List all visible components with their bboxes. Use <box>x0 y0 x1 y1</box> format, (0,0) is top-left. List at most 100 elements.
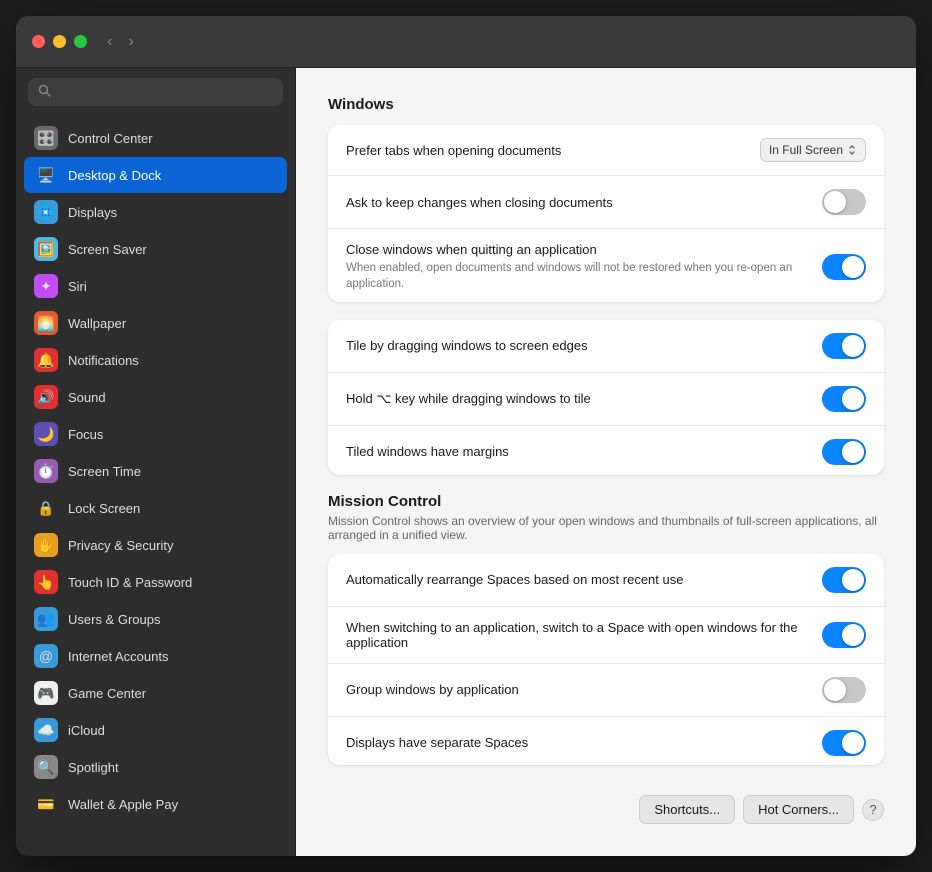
sidebar-item-label: Users & Groups <box>68 612 160 627</box>
traffic-lights <box>32 35 87 48</box>
sidebar-item-control-center[interactable]: 🎛️Control Center <box>24 120 287 156</box>
setting-content-displays-separate-spaces: Displays have separate Spaces <box>346 735 810 750</box>
setting-label-displays-separate-spaces: Displays have separate Spaces <box>346 735 810 750</box>
setting-row-switch-space: When switching to an application, switch… <box>328 607 884 664</box>
shortcuts-button[interactable]: Shortcuts... <box>639 795 735 824</box>
sidebar-icon-touch-id-password: 👆 <box>34 570 58 594</box>
setting-control-switch-space[interactable] <box>822 622 866 648</box>
sidebar-item-desktop-dock[interactable]: 🖥️ Desktop & Dock <box>24 157 287 193</box>
sidebar-icon-displays: 💠 <box>34 200 58 224</box>
sidebar-item-lock-screen[interactable]: 🔒Lock Screen <box>24 490 287 526</box>
setting-control-prefer-tabs[interactable]: In Full Screen <box>760 138 866 162</box>
sidebar-item-label: Spotlight <box>68 760 119 775</box>
sidebar-item-game-center[interactable]: 🎮Game Center <box>24 675 287 711</box>
sidebar-item-label: Screen Saver <box>68 242 147 257</box>
sidebar-item-wallpaper[interactable]: 🌅Wallpaper <box>24 305 287 341</box>
setting-row-tile-dragging: Tile by dragging windows to screen edges <box>328 320 884 373</box>
setting-content-hold-option-key: Hold ⌥ key while dragging windows to til… <box>346 391 810 407</box>
sidebar-icon-spotlight: 🔍 <box>34 755 58 779</box>
sidebar-icon-notifications: 🔔 <box>34 348 58 372</box>
sidebar-item-focus[interactable]: 🌙Focus <box>24 416 287 452</box>
setting-control-auto-rearrange-spaces[interactable] <box>822 567 866 593</box>
setting-label-hold-option-key: Hold ⌥ key while dragging windows to til… <box>346 391 810 407</box>
toggle-ask-keep-changes[interactable] <box>822 189 866 215</box>
select-prefer-tabs[interactable]: In Full Screen <box>760 138 866 162</box>
sidebar-item-label: Desktop & Dock <box>68 168 161 183</box>
forward-button[interactable]: › <box>124 31 137 53</box>
setting-label-close-windows-quitting: Close windows when quitting an applicati… <box>346 242 810 257</box>
sidebar-item-privacy-security[interactable]: ✋Privacy & Security <box>24 527 287 563</box>
sidebar-item-sound[interactable]: 🔊Sound <box>24 379 287 415</box>
setting-row-ask-keep-changes: Ask to keep changes when closing documen… <box>328 176 884 229</box>
settings-card-windows: Prefer tabs when opening documents In Ful… <box>328 125 884 302</box>
toggle-displays-separate-spaces[interactable] <box>822 730 866 756</box>
toggle-knob-displays-separate-spaces <box>842 732 864 754</box>
setting-content-close-windows-quitting: Close windows when quitting an applicati… <box>346 242 810 292</box>
sidebar-item-internet-accounts[interactable]: @Internet Accounts <box>24 638 287 674</box>
section-subtitle-mission-control: Mission Control shows an overview of you… <box>328 514 884 542</box>
sidebar-item-label: Siri <box>68 279 87 294</box>
sidebar-item-wallet-applepay[interactable]: 💳Wallet & Apple Pay <box>24 786 287 822</box>
minimize-button[interactable] <box>53 35 66 48</box>
nav-arrows: ‹ › <box>103 31 138 53</box>
sidebar-item-touch-id-password[interactable]: 👆 Touch ID & Password <box>24 564 287 600</box>
toggle-switch-space[interactable] <box>822 622 866 648</box>
sidebar-icon-desktop-dock: 🖥️ <box>34 163 58 187</box>
toggle-knob-auto-rearrange-spaces <box>842 569 864 591</box>
sidebar-item-screen-time[interactable]: ⏱️Screen Time <box>24 453 287 489</box>
back-button[interactable]: ‹ <box>103 31 116 53</box>
titlebar: ‹ › <box>16 16 916 68</box>
toggle-knob-tile-dragging <box>842 335 864 357</box>
setting-control-group-windows[interactable] <box>822 677 866 703</box>
sidebar-icon-privacy-security: ✋ <box>34 533 58 557</box>
sidebar-item-screen-saver[interactable]: 🖼️Screen Saver <box>24 231 287 267</box>
sidebar-item-label: Wallet & Apple Pay <box>68 797 178 812</box>
search-input-wrap[interactable] <box>28 78 283 106</box>
hot-corners-button[interactable]: Hot Corners... <box>743 795 854 824</box>
setting-control-hold-option-key[interactable] <box>822 386 866 412</box>
toggle-knob-group-windows <box>824 679 846 701</box>
toggle-group-windows[interactable] <box>822 677 866 703</box>
setting-content-switch-space: When switching to an application, switch… <box>346 620 810 650</box>
setting-label-ask-keep-changes: Ask to keep changes when closing documen… <box>346 195 810 210</box>
setting-control-displays-separate-spaces[interactable] <box>822 730 866 756</box>
sidebar-icon-wallpaper: 🌅 <box>34 311 58 335</box>
bottom-bar: Shortcuts... Hot Corners...? <box>328 783 884 828</box>
setting-content-prefer-tabs: Prefer tabs when opening documents <box>346 143 748 158</box>
setting-control-close-windows-quitting[interactable] <box>822 254 866 280</box>
setting-row-close-windows-quitting: Close windows when quitting an applicati… <box>328 229 884 302</box>
sidebar-list: 🎛️Control Center 🖥️ Desktop & Dock 💠Display… <box>16 116 295 856</box>
sidebar-item-spotlight[interactable]: 🔍 Spotlight <box>24 749 287 785</box>
toggle-close-windows-quitting[interactable] <box>822 254 866 280</box>
sidebar-item-label: Internet Accounts <box>68 649 168 664</box>
search-input[interactable] <box>57 85 273 100</box>
maximize-button[interactable] <box>74 35 87 48</box>
settings-card-tiling: Tile by dragging windows to screen edges… <box>328 320 884 475</box>
sidebar-icon-lock-screen: 🔒 <box>34 496 58 520</box>
sidebar-item-siri[interactable]: ✦Siri <box>24 268 287 304</box>
main-content: 🎛️Control Center🖥️Desktop & Dock💠Display… <box>16 68 916 856</box>
setting-control-ask-keep-changes[interactable] <box>822 189 866 215</box>
help-button[interactable]: ? <box>862 799 884 821</box>
toggle-knob-ask-keep-changes <box>824 191 846 213</box>
setting-control-tiled-margins[interactable] <box>822 439 866 465</box>
sidebar-icon-game-center: 🎮 <box>34 681 58 705</box>
toggle-auto-rearrange-spaces[interactable] <box>822 567 866 593</box>
close-button[interactable] <box>32 35 45 48</box>
sidebar-item-label: iCloud <box>68 723 105 738</box>
sidebar: 🎛️Control Center 🖥️ Desktop & Dock 💠Display… <box>16 68 296 856</box>
toggle-hold-option-key[interactable] <box>822 386 866 412</box>
chevron-icon <box>847 144 857 156</box>
sidebar-item-notifications[interactable]: 🔔Notifications <box>24 342 287 378</box>
toggle-tile-dragging[interactable] <box>822 333 866 359</box>
sidebar-item-label: Touch ID & Password <box>68 575 192 590</box>
sidebar-item-label: Screen Time <box>68 464 141 479</box>
setting-control-tile-dragging[interactable] <box>822 333 866 359</box>
sidebar-item-icloud[interactable]: ☁️iCloud <box>24 712 287 748</box>
sidebar-item-displays[interactable]: 💠Displays <box>24 194 287 230</box>
system-preferences-window: ‹ › 🎛️Control Center 🖥️ Desktop & Dock 💠 <box>16 16 916 856</box>
setting-row-auto-rearrange-spaces: Automatically rearrange Spaces based on … <box>328 554 884 607</box>
setting-sublabel-close-windows-quitting: When enabled, open documents and windows… <box>346 260 810 292</box>
toggle-tiled-margins[interactable] <box>822 439 866 465</box>
sidebar-item-users-groups[interactable]: 👥Users & Groups <box>24 601 287 637</box>
